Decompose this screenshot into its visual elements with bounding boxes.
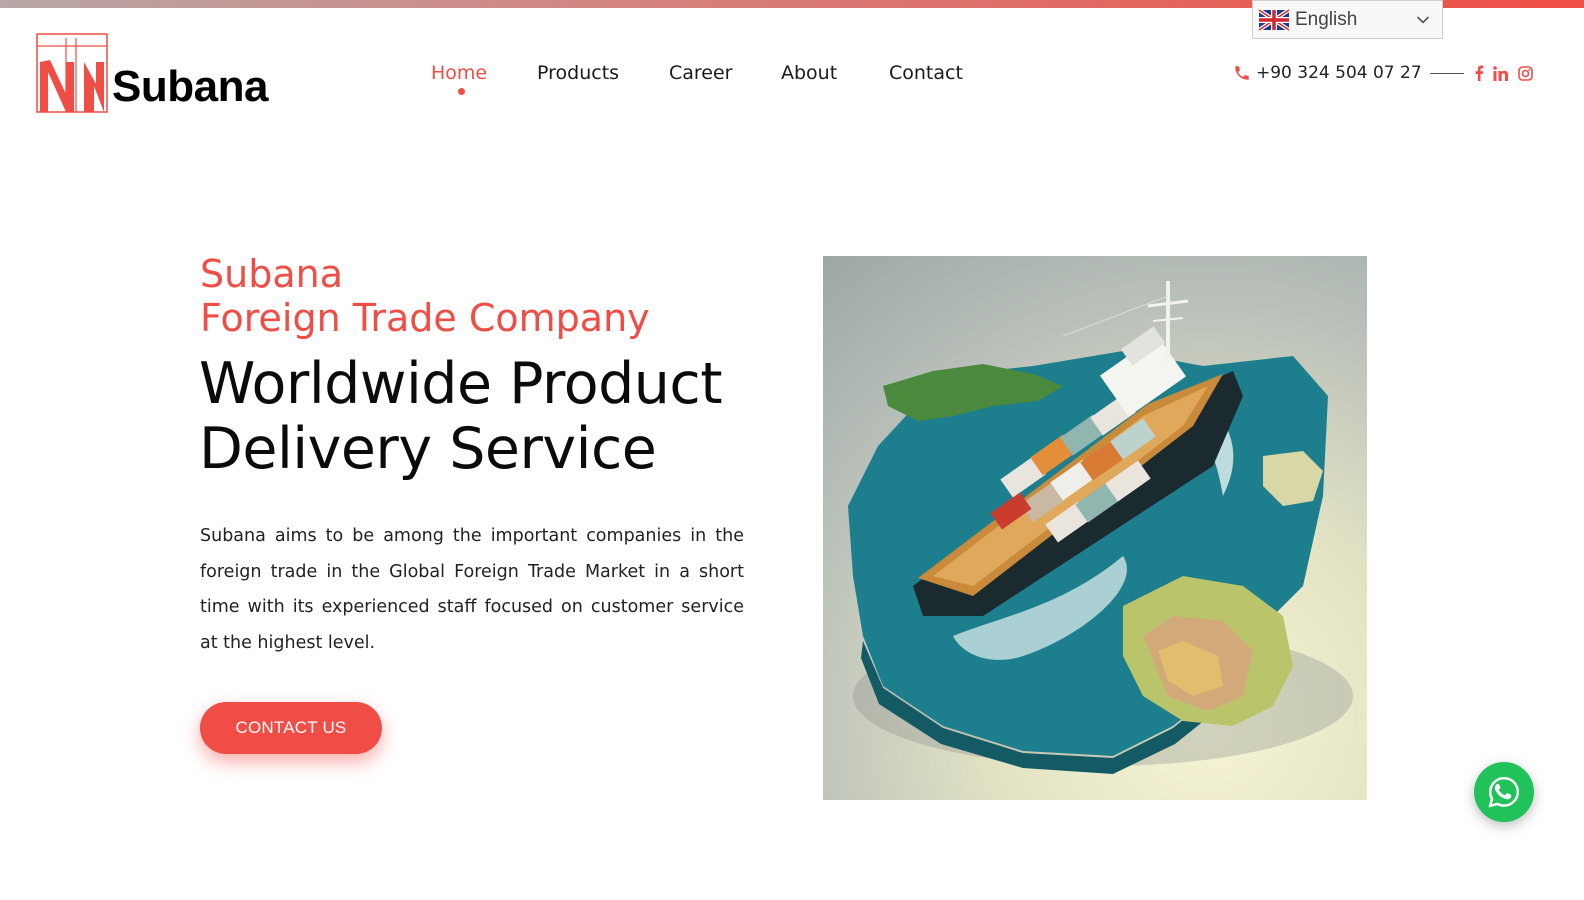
whatsapp-icon [1488, 776, 1520, 808]
nav-contact[interactable]: Contact [889, 62, 963, 84]
contact-bar: +90 324 504 07 27 [1233, 60, 1533, 86]
linkedin-icon[interactable] [1492, 65, 1509, 81]
hero-eyebrow-line2: Foreign Trade Company [200, 296, 650, 340]
nav-about[interactable]: About [781, 62, 837, 84]
hero-headline-line2: Delivery Service [199, 416, 657, 482]
hero-eyebrow-line1: Subana [200, 252, 343, 296]
logo-wordmark: Subana [112, 62, 268, 111]
site-logo[interactable]: Subana [36, 32, 268, 118]
nav-active-indicator [458, 88, 465, 95]
hero-headline: Worldwide Product Delivery Service [199, 352, 799, 482]
facebook-icon[interactable] [1474, 65, 1484, 81]
contact-us-button[interactable]: CONTACT US [200, 702, 382, 754]
hero-image-cargo-ship-world-map [823, 256, 1367, 800]
whatsapp-button[interactable] [1474, 762, 1534, 822]
social-links [1474, 65, 1533, 81]
language-selected: English [1295, 8, 1358, 30]
phone-icon [1235, 66, 1249, 80]
chevron-down-icon [1416, 15, 1430, 24]
hero-headline-line1: Worldwide Product [199, 351, 723, 417]
instagram-icon[interactable] [1517, 65, 1533, 81]
hero-eyebrow: Subana Foreign Trade Company [200, 252, 650, 340]
language-selector[interactable]: English [1252, 0, 1443, 39]
nav-home[interactable]: Home [431, 62, 487, 84]
nav-products[interactable]: Products [537, 62, 619, 84]
uk-flag-icon [1259, 8, 1289, 31]
nav-career[interactable]: Career [669, 62, 733, 84]
divider-line [1429, 72, 1464, 74]
hero-description: Subana aims to be among the important co… [200, 526, 744, 654]
phone-number[interactable]: +90 324 504 07 27 [1256, 63, 1422, 83]
logo-mark-icon [36, 33, 108, 113]
